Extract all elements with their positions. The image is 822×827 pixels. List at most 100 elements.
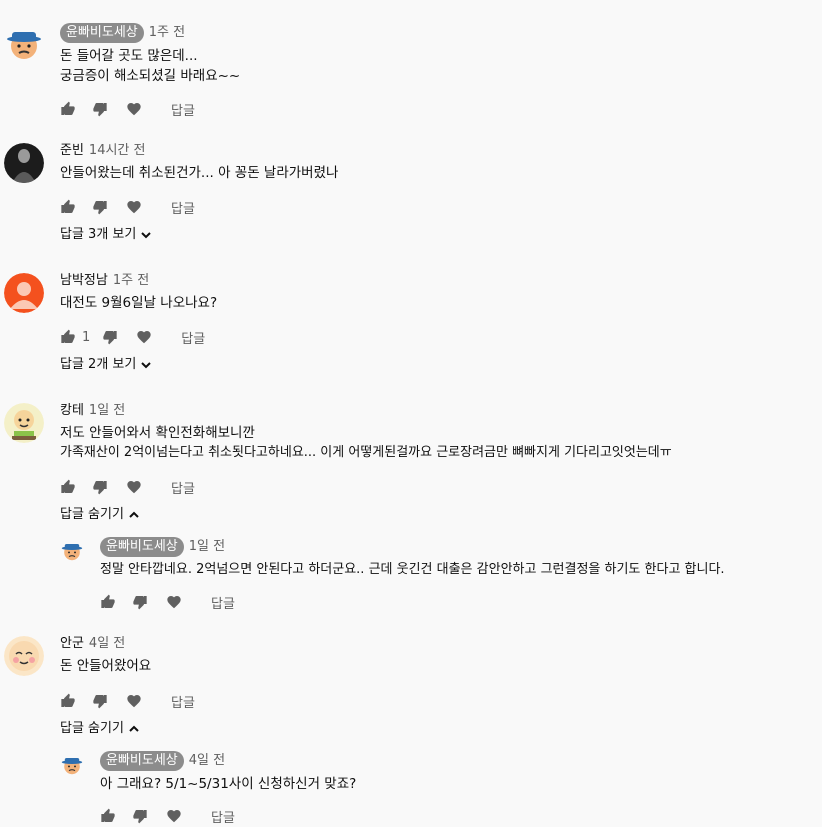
- author-name[interactable]: 준빈: [60, 142, 84, 160]
- dislike-button[interactable]: [92, 479, 108, 495]
- view-replies-button[interactable]: 답글 3개 보기: [60, 226, 152, 244]
- avatar[interactable]: [4, 22, 44, 62]
- reply-actions: 답글: [100, 806, 235, 826]
- like-button[interactable]: [60, 199, 76, 215]
- reply-text: 정말 안타깝네요. 2억넘으면 안된다고 하더군요.. 근데 웃긴건 대출은 감…: [100, 560, 725, 580]
- thumbs-up-icon: [100, 594, 116, 610]
- comment-actions: 답글: [60, 691, 195, 711]
- heart-button[interactable]: [126, 693, 142, 709]
- thumbs-up-icon: [60, 101, 76, 117]
- author-name[interactable]: 안군: [60, 635, 84, 653]
- timestamp[interactable]: 1주 전: [149, 24, 185, 42]
- author-name[interactable]: 윤빠비도세상: [60, 23, 144, 43]
- avatar[interactable]: [4, 143, 44, 183]
- avatar-cartoon-boy-icon: [4, 403, 44, 443]
- dislike-button[interactable]: [92, 101, 108, 117]
- comment-text: 안들어왔는데 취소된건가... 아 꽁돈 날라가버렸나: [60, 163, 338, 183]
- avatar[interactable]: [4, 403, 44, 443]
- reply-avatar[interactable]: [60, 538, 84, 562]
- dislike-button[interactable]: [132, 594, 148, 610]
- comment-text: 돈 들어갈 곳도 많은데... 궁금증이 해소되셨길 바래요~~: [60, 46, 240, 86]
- timestamp[interactable]: 1주 전: [113, 272, 149, 290]
- comment-line: 가족재산이 2억이넘는다고 취소됫다고하네요... 이게 어떻게된걸까요 근로장…: [60, 445, 672, 460]
- thumbs-up-icon: [60, 479, 76, 495]
- like-button[interactable]: [60, 329, 76, 345]
- chevron-up-icon: [129, 725, 139, 732]
- heart-icon: [126, 693, 142, 709]
- thumbs-down-icon: [92, 693, 108, 709]
- like-count: 1: [82, 329, 91, 345]
- heart-button[interactable]: [126, 199, 142, 215]
- heart-icon: [126, 101, 142, 117]
- dislike-button[interactable]: [132, 808, 148, 824]
- avatar[interactable]: [4, 273, 44, 313]
- heart-icon: [126, 479, 142, 495]
- heart-icon: [136, 329, 152, 345]
- avatar[interactable]: [4, 636, 44, 676]
- heart-button[interactable]: [136, 329, 152, 345]
- heart-button[interactable]: [166, 594, 182, 610]
- thumbs-down-icon: [92, 101, 108, 117]
- reply-button[interactable]: 답글: [211, 593, 235, 612]
- reply-button[interactable]: 답글: [171, 692, 195, 711]
- reply-button[interactable]: 답글: [171, 100, 195, 119]
- author-name[interactable]: 윤빠비도세상: [100, 537, 184, 557]
- comment-line: 돈 안들어왔어요: [60, 658, 152, 674]
- heart-icon: [126, 199, 142, 215]
- comment-header: 윤빠비도세상 1주 전: [60, 23, 185, 43]
- reply-avatar[interactable]: [60, 752, 84, 776]
- comment-actions: 답글: [60, 99, 195, 119]
- reply-header: 윤빠비도세상 1일 전: [100, 537, 225, 557]
- like-button[interactable]: [60, 693, 76, 709]
- heart-icon: [166, 594, 182, 610]
- thumbs-down-icon: [132, 808, 148, 824]
- author-name[interactable]: 캉테: [60, 402, 84, 420]
- like-button[interactable]: [60, 479, 76, 495]
- view-replies-button[interactable]: 답글 2개 보기: [60, 356, 152, 374]
- reply-button[interactable]: 답글: [171, 198, 195, 217]
- dislike-button[interactable]: [92, 693, 108, 709]
- heart-button[interactable]: [166, 808, 182, 824]
- reply-button[interactable]: 답글: [171, 478, 195, 497]
- heart-button[interactable]: [126, 101, 142, 117]
- hide-replies-button[interactable]: 답글 숨기기: [60, 720, 140, 738]
- reply-button[interactable]: 답글: [181, 328, 205, 347]
- view-replies-label: 답글 3개 보기: [60, 227, 137, 242]
- hide-replies-button[interactable]: 답글 숨기기: [60, 506, 140, 524]
- thumbs-up-icon: [100, 808, 116, 824]
- comment-header: 캉테 1일 전: [60, 402, 125, 420]
- author-name[interactable]: 윤빠비도세상: [100, 751, 184, 771]
- thumbs-down-icon: [92, 479, 108, 495]
- reply-button[interactable]: 답글: [211, 807, 235, 826]
- like-button[interactable]: [60, 101, 76, 117]
- comment-actions: 1 답글: [60, 327, 205, 347]
- comment-line: 안들어왔는데 취소된건가... 아 꽁돈 날라가버렸나: [60, 165, 339, 181]
- avatar-hat-man-icon: [60, 538, 84, 562]
- timestamp[interactable]: 1일 전: [189, 538, 225, 556]
- like-button[interactable]: [100, 594, 116, 610]
- comment-actions: 답글: [60, 477, 195, 497]
- comment-line: 돈 들어갈 곳도 많은데...: [60, 48, 198, 64]
- dislike-button[interactable]: [92, 199, 108, 215]
- default-avatar-icon: [4, 273, 44, 313]
- timestamp[interactable]: 4일 전: [189, 752, 225, 770]
- reply-text: 아 그래요? 5/1~5/31사이 신청하신거 맞죠?: [100, 774, 356, 794]
- heart-icon: [166, 808, 182, 824]
- timestamp[interactable]: 1일 전: [89, 402, 125, 420]
- timestamp[interactable]: 14시간 전: [89, 142, 146, 160]
- hide-replies-label: 답글 숨기기: [60, 721, 124, 736]
- heart-button[interactable]: [126, 479, 142, 495]
- dislike-button[interactable]: [102, 329, 118, 345]
- hide-replies-label: 답글 숨기기: [60, 507, 124, 522]
- chevron-up-icon: [129, 511, 139, 518]
- avatar-hat-man-icon: [60, 752, 84, 776]
- comment-text: 돈 안들어왔어요: [60, 656, 151, 676]
- comment-line: 대전도 9월6일날 나오나요?: [60, 295, 218, 311]
- comment-line: 궁금증이 해소되셨길 바래요~~: [60, 68, 241, 84]
- timestamp[interactable]: 4일 전: [89, 635, 125, 653]
- like-button[interactable]: [100, 808, 116, 824]
- comment-text: 저도 안들어와서 확인전화해보니깐 가족재산이 2억이넘는다고 취소됫다고하네요…: [60, 423, 672, 463]
- comment-header: 안군 4일 전: [60, 635, 125, 653]
- author-name[interactable]: 남박정남: [60, 272, 108, 290]
- comment-line: 정말 안타깝네요. 2억넘으면 안된다고 하더군요.. 근데 웃긴건 대출은 감…: [100, 562, 725, 577]
